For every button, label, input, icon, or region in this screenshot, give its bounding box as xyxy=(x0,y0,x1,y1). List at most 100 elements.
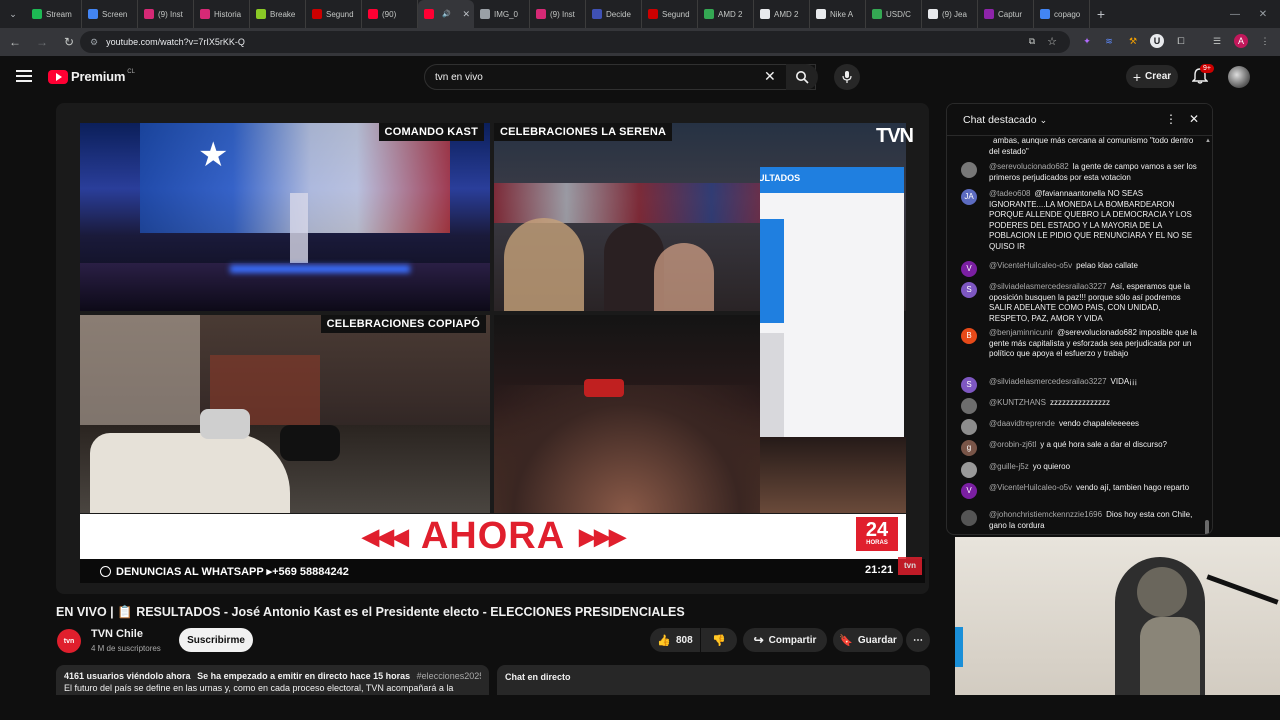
chat-author-avatar[interactable]: S xyxy=(961,377,977,393)
chat-message[interactable]: S @silviadelasmercedesrailao3227 Así, espe… xyxy=(961,282,1201,324)
extension-icon[interactable]: ✦ xyxy=(1080,34,1094,48)
chat-author-avatar[interactable] xyxy=(961,162,977,178)
chat-message[interactable]: g @orobin-zj6tl y a qué hora sale a dar el… xyxy=(961,440,1201,456)
chat-message[interactable]: V @VicenteHuilcaleo-o5v pelao klao callate xyxy=(961,261,1201,277)
chat-author-name[interactable]: @silviadelasmercedesrailao3227 xyxy=(989,282,1107,291)
share-button[interactable]: ↪ Compartir xyxy=(743,628,827,652)
browser-tab[interactable]: Nike A xyxy=(810,0,866,28)
chat-author-avatar[interactable] xyxy=(961,462,977,478)
chat-author-avatar[interactable]: V xyxy=(961,261,977,277)
new-tab-button[interactable]: + xyxy=(1090,6,1112,22)
chat-author-name[interactable]: @VicenteHuilcaleo-o5v xyxy=(989,261,1072,270)
browser-tab[interactable]: (9) Jea xyxy=(922,0,978,28)
chat-author-name[interactable]: @daavidtreprende xyxy=(989,419,1055,428)
chat-author-avatar[interactable]: S xyxy=(961,282,977,298)
browser-tab[interactable]: Captur xyxy=(978,0,1034,28)
chat-message[interactable]: B @benjaminnicunir @serevolucionado682 imp… xyxy=(961,328,1201,360)
reading-list-icon[interactable]: ☰ xyxy=(1210,34,1224,48)
chat-message[interactable]: S @silviadelasmercedesrailao3227 VIDA¡¡¡ xyxy=(961,377,1201,393)
minimize-icon[interactable]: — xyxy=(1220,0,1250,28)
chat-more-options-icon[interactable]: ⋮ xyxy=(1165,112,1177,126)
chat-message[interactable]: @serevolucionado682 la gente de campo vam… xyxy=(961,162,1201,183)
voice-search-button[interactable] xyxy=(834,64,860,90)
subscribe-button[interactable]: Suscribirme xyxy=(179,628,253,652)
browser-tab[interactable]: AMD 2 xyxy=(754,0,810,28)
browser-tab[interactable]: Breake xyxy=(250,0,306,28)
chat-author-name[interactable]: @serevolucionado682 xyxy=(989,162,1069,171)
extension-icon[interactable]: ≋ xyxy=(1102,34,1116,48)
ublock-icon[interactable]: U xyxy=(1150,34,1164,48)
chat-author-avatar[interactable]: B xyxy=(961,328,977,344)
channel-avatar[interactable]: tvn xyxy=(57,629,81,653)
hamburger-menu-icon[interactable] xyxy=(16,69,32,83)
search-button[interactable] xyxy=(786,64,818,90)
like-button[interactable]: 👍 808 xyxy=(650,628,700,652)
chat-message[interactable]: @KUNTZHANS zzzzzzzzzzzzzzz xyxy=(961,398,1201,414)
close-window-icon[interactable]: ✕ xyxy=(1248,0,1278,28)
dislike-button[interactable]: 👎 xyxy=(701,628,737,652)
hashtag-link[interactable]: #elecciones2025 xyxy=(417,671,481,681)
clear-search-icon[interactable]: ✕ xyxy=(764,69,776,83)
chat-author-avatar[interactable]: g xyxy=(961,440,977,456)
close-tab-icon[interactable]: ✕ xyxy=(462,9,470,20)
browser-menu-icon[interactable]: ⋮ xyxy=(1258,34,1272,48)
browser-tab[interactable]: (9) Inst xyxy=(530,0,586,28)
account-avatar[interactable] xyxy=(1228,66,1250,88)
channel-name[interactable]: TVN Chile xyxy=(91,628,143,640)
browser-tab[interactable]: IMG_0 xyxy=(474,0,530,28)
save-button[interactable]: 🔖 Guardar xyxy=(833,628,903,652)
chat-author-name[interactable]: @johonchristiemckennzzie1696 xyxy=(989,510,1102,519)
browser-tab[interactable]: (90) xyxy=(362,0,418,28)
site-info-icon[interactable]: ⚙ xyxy=(90,37,98,48)
extension-icon[interactable]: ⚒ xyxy=(1126,34,1140,48)
chat-author-name[interactable]: @silviadelasmercedesrailao3227 xyxy=(989,377,1107,386)
chat-author-avatar[interactable]: V xyxy=(961,483,977,499)
browser-tab[interactable]: Segund xyxy=(642,0,698,28)
chat-scrollbar[interactable]: ▲ xyxy=(1203,138,1211,534)
chat-message[interactable]: ambas, aunque más cercana al comunismo "… xyxy=(961,136,1201,157)
browser-tab[interactable]: USD/C xyxy=(866,0,922,28)
browser-tab[interactable]: Screen xyxy=(82,0,138,28)
notifications-button[interactable]: 9+ xyxy=(1191,64,1214,86)
chat-author-name[interactable]: @guille-j5z xyxy=(989,462,1029,471)
tab-search-icon[interactable]: ⌄ xyxy=(0,0,26,28)
video-player[interactable]: ★ COMANDO KAST CELEBRACIONES LA SERENA U… xyxy=(56,103,929,594)
browser-tab[interactable]: (9) Inst xyxy=(138,0,194,28)
browser-tab[interactable]: AMD 2 xyxy=(698,0,754,28)
chat-mode-dropdown[interactable]: Chat destacado ⌄ xyxy=(963,114,1047,126)
bookmark-star-icon[interactable]: ☆ xyxy=(1045,34,1059,48)
chat-message[interactable]: @guille-j5z yo quieroo xyxy=(961,462,1201,478)
back-icon[interactable]: ← xyxy=(3,30,27,54)
more-actions-button[interactable]: ⋯ xyxy=(906,628,930,652)
address-bar[interactable]: ⚙ youtube.com/watch?v=7rIX5rKK-Q xyxy=(80,31,1070,53)
extensions-puzzle-icon[interactable]: ⧠ xyxy=(1174,34,1188,48)
chat-author-avatar[interactable] xyxy=(961,419,977,435)
chat-author-name[interactable]: @benjaminnicunir xyxy=(989,328,1053,337)
reload-icon[interactable]: ↻ xyxy=(57,30,81,54)
chat-message[interactable]: @johonchristiemckennzzie1696 Dios hoy est… xyxy=(961,510,1201,531)
chat-message[interactable]: JA @tadeo608 @faviannaantonella NO SEAS IG… xyxy=(961,189,1201,252)
forward-icon[interactable]: → xyxy=(30,30,54,54)
chat-author-name[interactable]: @orobin-zj6tl xyxy=(989,440,1036,449)
profile-avatar[interactable]: A xyxy=(1234,34,1248,48)
chat-message[interactable]: V @VicenteHuilcaleo-o5v vendo ají, tambien… xyxy=(961,483,1201,499)
search-input[interactable]: tvn en vivo xyxy=(424,64,816,90)
close-chat-icon[interactable]: ✕ xyxy=(1189,112,1199,126)
browser-tab[interactable]: Stream xyxy=(26,0,82,28)
browser-tab[interactable]: Historia xyxy=(194,0,250,28)
browser-tab[interactable]: copago xyxy=(1034,0,1090,28)
youtube-logo[interactable]: Premium CL xyxy=(48,69,135,84)
browser-tab[interactable]: 🔊 ✕ xyxy=(418,0,474,28)
chat-author-name[interactable]: @tadeo608 xyxy=(989,189,1031,198)
chat-message[interactable]: @daavidtreprende vendo chapaleleeeees xyxy=(961,419,1201,435)
tab-audio-icon[interactable]: 🔊 xyxy=(442,10,451,18)
browser-tab[interactable]: Decide xyxy=(586,0,642,28)
install-app-icon[interactable]: ⧉ xyxy=(1025,34,1039,48)
chat-author-name[interactable]: @KUNTZHANS xyxy=(989,398,1046,407)
create-button[interactable]: + Crear xyxy=(1126,65,1178,88)
chat-author-name[interactable]: @VicenteHuilcaleo-o5v xyxy=(989,483,1072,492)
chat-author-avatar[interactable]: JA xyxy=(961,189,977,205)
chat-author-avatar[interactable] xyxy=(961,398,977,414)
chat-author-avatar[interactable] xyxy=(961,510,977,526)
browser-tab[interactable]: Segund xyxy=(306,0,362,28)
